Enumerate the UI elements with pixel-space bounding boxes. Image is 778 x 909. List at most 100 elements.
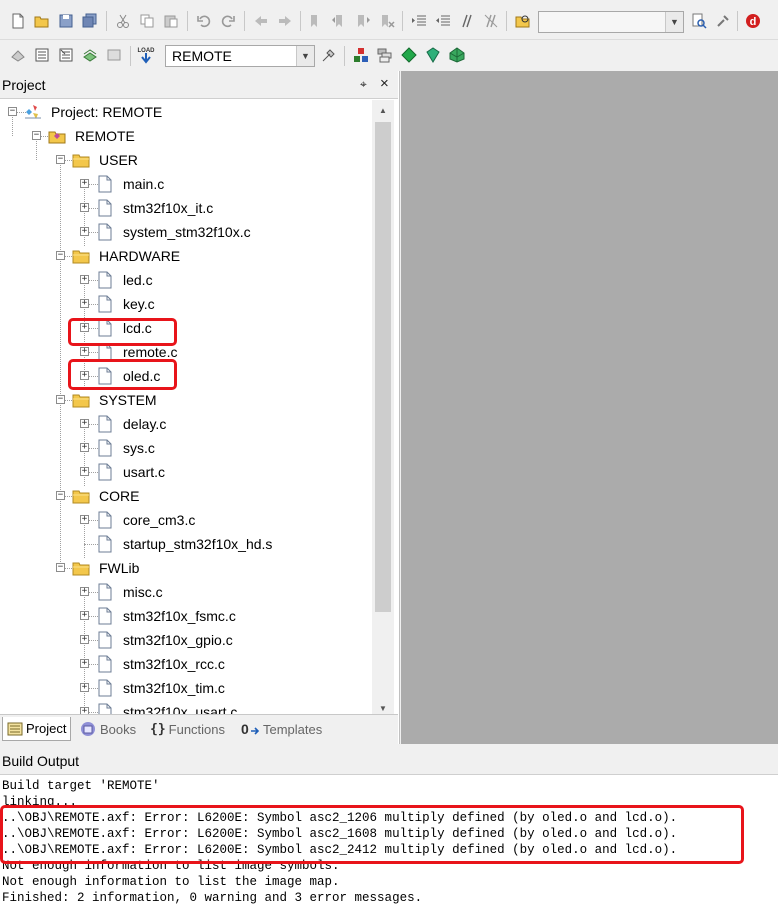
expand-icon[interactable]: + xyxy=(80,179,89,188)
copy-icon[interactable] xyxy=(138,12,156,30)
tree-file-item[interactable]: + key.c xyxy=(0,294,372,316)
find-combo[interactable]: ▼ xyxy=(538,11,684,33)
tree-file-item[interactable]: + remote.c xyxy=(0,342,372,364)
tab-functions[interactable]: {} Functions xyxy=(146,717,229,741)
rebuild-icon[interactable] xyxy=(57,46,75,64)
select-packs-icon[interactable] xyxy=(400,46,418,64)
save-icon[interactable] xyxy=(57,12,75,30)
tree-file-item[interactable]: + main.c xyxy=(0,174,372,196)
collapse-icon[interactable]: − xyxy=(56,155,65,164)
tree-file-item[interactable]: + stm32f10x_tim.c xyxy=(0,678,372,700)
tree-file-item[interactable]: + usart.c xyxy=(0,462,372,484)
tree-file-item[interactable]: + sys.c xyxy=(0,438,372,460)
tree-group-item[interactable]: − SYSTEM xyxy=(0,390,372,412)
scrollbar-thumb[interactable] xyxy=(375,122,391,612)
collapse-icon[interactable]: − xyxy=(8,107,17,116)
find-icon[interactable] xyxy=(690,12,708,30)
target-select[interactable]: REMOTE ▼ xyxy=(165,45,315,67)
manage-project-items-icon[interactable] xyxy=(352,46,370,64)
expand-icon[interactable]: + xyxy=(80,515,89,524)
bookmark-toggle-icon[interactable] xyxy=(306,12,324,30)
incremental-find-icon[interactable] xyxy=(714,12,732,30)
tree-scrollbar[interactable]: ▲ ▼ xyxy=(372,100,394,718)
tree-item-label: lcd.c xyxy=(123,320,152,336)
debug-session-icon[interactable]: d xyxy=(744,12,762,30)
open-folder-icon[interactable] xyxy=(33,12,51,30)
expand-icon[interactable]: + xyxy=(80,227,89,236)
tree-file-item[interactable]: + stm32f10x_fsmc.c xyxy=(0,606,372,628)
tree-target-item[interactable]: − REMOTE xyxy=(0,126,372,148)
tree-group-item[interactable]: − CORE xyxy=(0,486,372,508)
run-time-environment-icon[interactable] xyxy=(448,46,466,64)
paste-icon[interactable] xyxy=(162,12,180,30)
undo-icon[interactable] xyxy=(195,12,213,30)
tree-file-item[interactable]: + oled.c xyxy=(0,366,372,388)
close-icon[interactable]: × xyxy=(380,75,389,92)
expand-icon[interactable]: + xyxy=(80,275,89,284)
tree-file-item[interactable]: + system_stm32f10x.c xyxy=(0,222,372,244)
collapse-icon[interactable]: − xyxy=(56,251,65,260)
tree-file-item[interactable]: + stm32f10x_it.c xyxy=(0,198,372,220)
tree-file-item[interactable]: + misc.c xyxy=(0,582,372,604)
tab-project[interactable]: Project xyxy=(2,717,72,741)
file-extensions-icon[interactable] xyxy=(376,46,394,64)
scroll-up-icon[interactable]: ▲ xyxy=(374,102,392,118)
chevron-down-icon[interactable]: ▼ xyxy=(665,12,683,32)
bookmark-previous-icon[interactable] xyxy=(330,12,348,30)
pin-icon[interactable]: ⌖ xyxy=(360,77,367,92)
comment-icon[interactable] xyxy=(458,12,476,30)
indent-icon[interactable] xyxy=(410,12,428,30)
tree-file-item[interactable]: + lcd.c xyxy=(0,318,372,340)
expand-icon[interactable]: + xyxy=(80,347,89,356)
redo-icon[interactable] xyxy=(219,12,237,30)
expand-icon[interactable]: + xyxy=(80,419,89,428)
expand-icon[interactable]: + xyxy=(80,683,89,692)
expand-icon[interactable]: + xyxy=(80,659,89,668)
bookmark-next-icon[interactable] xyxy=(354,12,372,30)
navigate-back-icon[interactable] xyxy=(252,12,270,30)
expand-icon[interactable]: + xyxy=(80,203,89,212)
save-all-icon[interactable] xyxy=(81,12,99,30)
collapse-icon[interactable]: − xyxy=(32,131,41,140)
new-file-icon[interactable] xyxy=(9,12,27,30)
collapse-icon[interactable]: − xyxy=(56,491,65,500)
target-options-icon[interactable] xyxy=(320,46,338,64)
tree-file-item[interactable]: + led.c xyxy=(0,270,372,292)
build-icon[interactable] xyxy=(33,46,51,64)
download-icon[interactable]: LOAD xyxy=(136,44,156,66)
expand-icon[interactable]: + xyxy=(80,371,89,380)
expand-icon[interactable]: + xyxy=(80,635,89,644)
project-tree: − Project: REMOTE − REMOTE − USER + main.c + stm3… xyxy=(0,100,372,718)
find-in-files-icon[interactable] xyxy=(514,12,532,30)
chevron-down-icon[interactable]: ▼ xyxy=(296,46,314,66)
tab-books[interactable]: Books xyxy=(75,717,140,741)
expand-icon[interactable]: + xyxy=(80,299,89,308)
bookmark-clear-icon[interactable] xyxy=(378,12,396,30)
uncomment-icon[interactable] xyxy=(482,12,500,30)
tree-file-item[interactable]: + core_cm3.c xyxy=(0,510,372,532)
tree-item-label: usart.c xyxy=(123,464,166,480)
expand-icon[interactable]: + xyxy=(80,443,89,452)
expand-icon[interactable]: + xyxy=(80,587,89,596)
tree-file-item[interactable]: startup_stm32f10x_hd.s xyxy=(0,534,372,556)
collapse-icon[interactable]: − xyxy=(56,395,65,404)
unindent-icon[interactable] xyxy=(434,12,452,30)
expand-icon[interactable]: + xyxy=(80,611,89,620)
collapse-icon[interactable]: − xyxy=(56,563,65,572)
cut-icon[interactable] xyxy=(114,12,132,30)
tree-project-item[interactable]: − Project: REMOTE xyxy=(0,102,372,124)
tree-file-item[interactable]: + stm32f10x_rcc.c xyxy=(0,654,372,676)
stop-build-icon[interactable] xyxy=(105,46,123,64)
batch-build-icon[interactable] xyxy=(81,46,99,64)
tree-group-item[interactable]: − HARDWARE xyxy=(0,246,372,268)
expand-icon[interactable]: + xyxy=(80,323,89,332)
tree-file-item[interactable]: + delay.c xyxy=(0,414,372,436)
tab-templates[interactable]: 0 Templates xyxy=(236,717,326,741)
tree-group-item[interactable]: − USER xyxy=(0,150,372,172)
tree-group-item[interactable]: − FWLib xyxy=(0,558,372,580)
navigate-forward-icon[interactable] xyxy=(276,12,294,30)
pack-installer-icon[interactable] xyxy=(424,46,442,64)
expand-icon[interactable]: + xyxy=(80,467,89,476)
translate-icon[interactable] xyxy=(9,46,27,64)
tree-file-item[interactable]: + stm32f10x_gpio.c xyxy=(0,630,372,652)
